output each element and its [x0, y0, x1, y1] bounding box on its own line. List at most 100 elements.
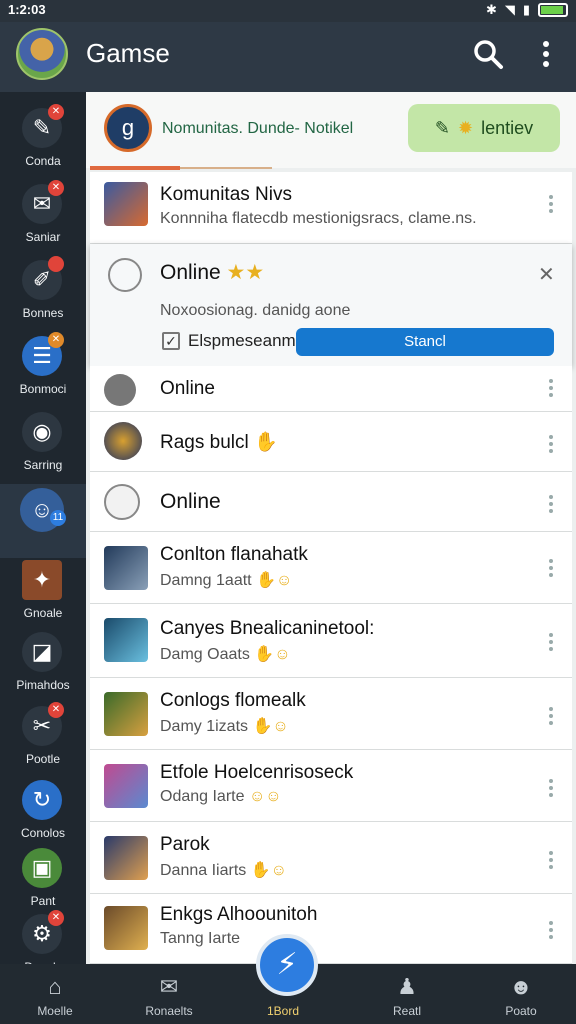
home-icon: ⌂: [48, 974, 62, 999]
settings-icon: ◉: [22, 412, 62, 452]
game-thumbnail: [104, 764, 148, 808]
sun-icon: ✹: [457, 117, 474, 138]
list-item-subtitle: Danna Iiarts ✋☺: [160, 862, 287, 879]
more-vertical-icon[interactable]: [548, 192, 554, 216]
list-item[interactable]: Etfole Hoelcenrisoseck Odang Iarte ☺☺: [90, 750, 572, 822]
game-thumbnail: [104, 182, 148, 226]
sidebar-item-pootle[interactable]: ✂ ✕ Pootle: [0, 702, 86, 776]
online-popup: Online ★★ ✕ Noxoosionag. danidg aone ✓ E…: [90, 244, 572, 366]
community-logo[interactable]: g: [104, 104, 152, 152]
sidebar-item-label: Conda: [25, 154, 61, 168]
list-item-subtitle: Konnniha flatecdb mestionigsracs, clame.…: [160, 210, 477, 227]
close-icon[interactable]: ✕: [538, 262, 555, 287]
list-item[interactable]: Komunitas Nivs Konnniha flatecdb mestion…: [90, 172, 572, 244]
bluetooth-icon: ✱: [485, 2, 497, 17]
cube-icon: ▣: [22, 848, 62, 888]
battery-icon: [538, 3, 568, 17]
list-item-title: Online: [160, 378, 215, 399]
list-item-title: Etfole Hoelcenrisoseck: [160, 762, 354, 783]
hand-icon: ✋: [254, 432, 278, 453]
bottom-nav-label: Moelle: [37, 1004, 73, 1018]
messenger-icon: ⚡: [276, 948, 298, 981]
sidebar-item-pant[interactable]: ▣ Pant: [0, 844, 86, 918]
more-vertical-icon[interactable]: [548, 492, 554, 516]
sidebar-item-saniar[interactable]: ✉ ✕ Saniar: [0, 180, 86, 254]
community-header-card: g Nomunitas. Dunde- Notikel ✎ ✹ lentiev: [86, 92, 576, 168]
sidebar: ✎ ✕ Conda ✉ ✕ Saniar ✐ Bonnes ☰ ✕ Bonmoc…: [0, 92, 86, 974]
bottom-nav-results[interactable]: ✉ Ronaelts: [114, 964, 224, 1024]
sidebar-item-avatar[interactable]: ☺ 11: [0, 484, 86, 558]
sidebar-item-label: Bonnes: [22, 306, 64, 320]
sidebar-item-label: Gnoale: [23, 606, 63, 620]
more-vertical-icon[interactable]: [548, 376, 554, 400]
emoji-icon: ✋☺: [250, 862, 287, 879]
list-item-subtitle: Damy 1izats ✋☺: [160, 718, 289, 735]
more-vertical-icon[interactable]: [548, 556, 554, 580]
wifi-icon: ◥: [504, 2, 515, 17]
list-item-title: Conlton flanahatk: [160, 544, 308, 565]
list-item-subtitle: Odang Iarte ☺☺: [160, 788, 282, 805]
emoji-icon: ☺☺: [248, 788, 282, 805]
list-item[interactable]: Rags bulcl ✋: [90, 412, 572, 472]
status-icons: ✱ ◥ ▮: [486, 2, 568, 18]
sidebar-item-bonmoci[interactable]: ☰ ✕ Bonmoci: [0, 332, 86, 406]
search-icon[interactable]: [472, 38, 504, 70]
notification-badge: ✕: [48, 104, 64, 120]
sidebar-item-label: Sarring: [23, 458, 63, 472]
more-vertical-icon[interactable]: [548, 776, 554, 800]
document-icon: [104, 484, 140, 520]
more-vertical-icon[interactable]: [548, 630, 554, 654]
checkbox[interactable]: ✓: [162, 332, 180, 350]
list-item-title: Parok: [160, 834, 210, 855]
sidebar-item-conolos[interactable]: ↻ Conolos: [0, 776, 86, 850]
heart-icon: [104, 374, 136, 406]
list-item[interactable]: Enkgs Alhoounitoh Tanng Iarte: [90, 894, 572, 964]
notification-badge: ✕: [48, 180, 64, 196]
list-item[interactable]: Conlton flanahatk Damng 1aatt ✋☺: [90, 532, 572, 604]
more-vertical-icon[interactable]: [548, 918, 554, 942]
sidebar-item-pimahdos[interactable]: ◪ Pimahdos: [0, 628, 86, 702]
notification-badge: ✕: [48, 702, 64, 718]
list-item[interactable]: Online: [90, 366, 572, 412]
bottom-nav-label: Poato: [505, 1004, 537, 1018]
popup-description: Noxoosionag. danidg aone: [160, 302, 351, 319]
active-tab-indicator: [90, 166, 180, 170]
game-thumbnail: [104, 906, 148, 950]
list-item[interactable]: Online: [90, 472, 572, 532]
list-item-subtitle: Damg Oaats ✋☺: [160, 646, 291, 663]
game-thumbnail: [104, 692, 148, 736]
checkbox-label: Elspmeseanme: [188, 331, 306, 350]
list-item-title: Komunitas Nivs: [160, 184, 292, 205]
bottom-nav-label: Ronaelts: [145, 1004, 193, 1018]
list-item-title: Rags bulcl ✋: [160, 432, 278, 453]
identify-button[interactable]: ✎ ✹ lentiev: [408, 104, 560, 152]
list-item[interactable]: Conlogs flomealk Damy 1izats ✋☺: [90, 678, 572, 750]
list-item-title: Online: [160, 490, 221, 513]
profile-icon: ☻: [509, 974, 533, 999]
bottom-nav-home[interactable]: ⌂ Moelle: [0, 964, 110, 1024]
game-thumbnail: [104, 836, 148, 880]
bottom-nav-reatl[interactable]: ♟ Reatl: [352, 964, 462, 1024]
community-header-text: Nomunitas. Dunde- Notikel: [162, 120, 354, 137]
emoji-icon: ✋☺: [252, 718, 289, 735]
emoji-icon: ✋☺: [256, 572, 293, 589]
more-vertical-icon[interactable]: [548, 432, 554, 456]
more-vertical-icon[interactable]: [548, 704, 554, 728]
more-vertical-icon[interactable]: [534, 38, 558, 70]
sidebar-item-label: Conolos: [20, 826, 66, 840]
messenger-fab-button[interactable]: ⚡: [256, 934, 318, 996]
list-item[interactable]: Canyes Bnealicaninetool: Damg Oaats ✋☺: [90, 604, 572, 678]
more-vertical-icon[interactable]: [548, 848, 554, 872]
list-item[interactable]: Parok Danna Iiarts ✋☺: [90, 822, 572, 894]
popup-action-button[interactable]: Stancl: [296, 328, 554, 356]
emoji-icon: ✋☺: [254, 646, 291, 663]
sidebar-item-sarring[interactable]: ◉ Sarring: [0, 408, 86, 482]
status-time: 1:2:03: [8, 2, 46, 17]
sidebar-item-conda[interactable]: ✎ ✕ Conda: [0, 104, 86, 178]
sidebar-item-bonnes[interactable]: ✐ Bonnes: [0, 256, 86, 330]
sidebar-item-gnoale[interactable]: ✦ Gnoale: [0, 556, 86, 630]
bottom-nav-profile[interactable]: ☻ Poato: [466, 964, 576, 1024]
profile-avatar[interactable]: [16, 28, 68, 80]
app-title: Gamse: [86, 38, 170, 68]
list-item-title: Conlogs flomealk: [160, 690, 306, 711]
